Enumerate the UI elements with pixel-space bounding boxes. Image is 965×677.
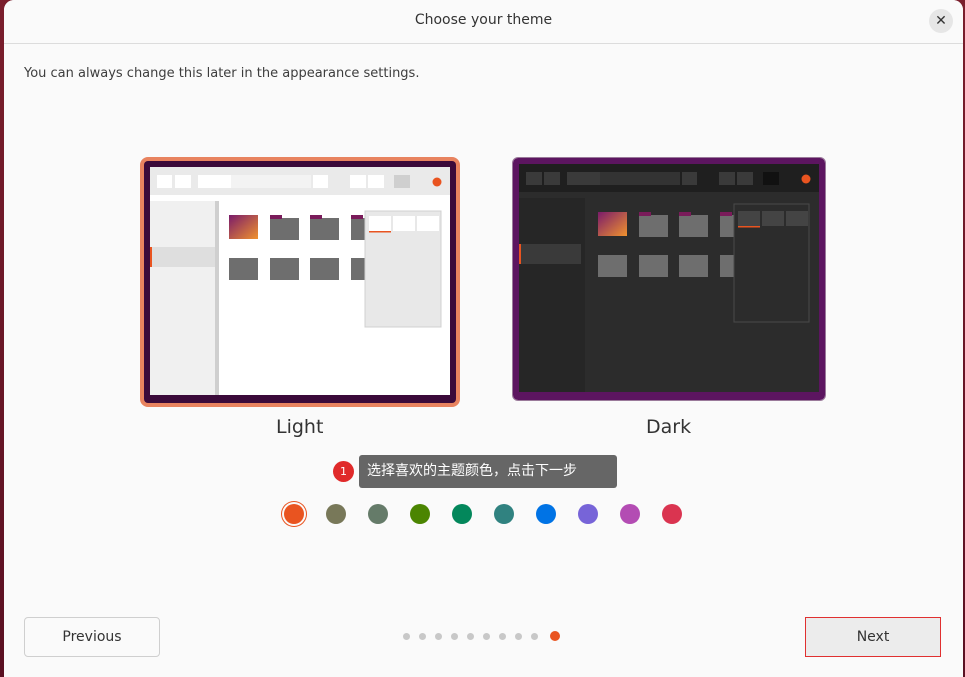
step-dot [435,633,442,640]
accent-swatch-bark[interactable] [326,504,346,524]
accent-swatch-blue[interactable] [536,504,556,524]
theme-label-light: Light [276,416,324,438]
theme-label-dark: Dark [646,416,692,438]
step-dot [499,633,506,640]
subtitle-text: You can always change this later in the … [24,66,420,81]
step-dot [550,631,560,641]
step-dot [419,633,426,640]
next-button[interactable]: Next [805,617,941,657]
accent-swatch-purple[interactable] [578,504,598,524]
accent-swatch-olive[interactable] [410,504,430,524]
hint-tooltip: 选择喜欢的主题颜色，点击下一步 [359,455,617,488]
dark-theme-preview [513,158,825,400]
accent-swatch-red[interactable] [662,504,682,524]
theme-card-light[interactable] [140,157,460,407]
step-badge: 1 [333,461,354,482]
step-dot [483,633,490,640]
step-dot [403,633,410,640]
accent-swatch-sage[interactable] [368,504,388,524]
accent-swatch-orange[interactable] [284,504,304,524]
theme-dialog: Choose your theme ✕ You can always chang… [4,0,963,677]
step-dot [531,633,538,640]
close-icon[interactable]: ✕ [929,9,953,33]
step-dot [515,633,522,640]
previous-button[interactable]: Previous [24,617,160,657]
light-theme-preview [144,161,456,403]
accent-swatch-magenta[interactable] [620,504,640,524]
accent-swatch-prussian-green[interactable] [494,504,514,524]
accent-swatch-viridian[interactable] [452,504,472,524]
theme-card-dark[interactable] [512,157,826,401]
dialog-title: Choose your theme [414,12,553,28]
title-bar: Choose your theme ✕ [4,0,963,44]
step-dot [467,633,474,640]
step-dot [451,633,458,640]
